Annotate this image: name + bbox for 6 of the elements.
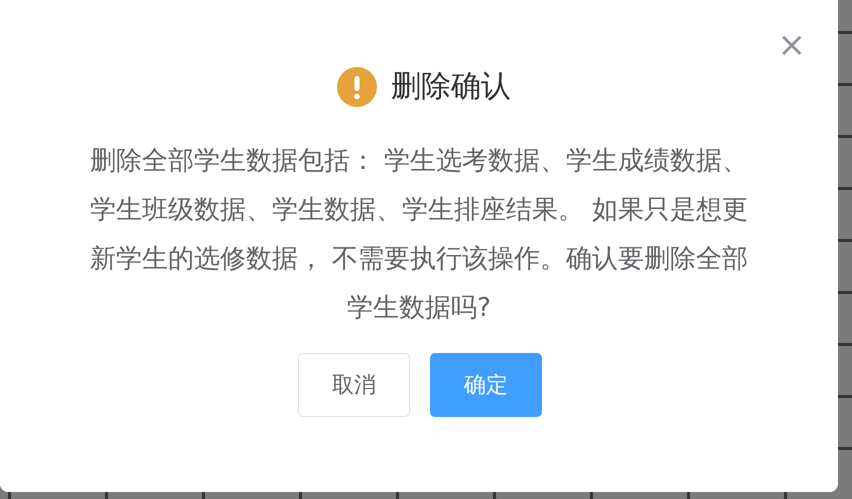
cancel-button[interactable]: 取消 (298, 353, 410, 417)
dialog-message: 删除全部学生数据包括： 学生选考数据、学生成绩数据、学生班级数据、学生数据、学生排座结果。 如果只是想更新学生的选修数据， 不需要执行该操作。确认要删除全部学生数据吗? (88, 145, 750, 325)
close-button[interactable]: × (778, 28, 806, 62)
confirm-button[interactable]: 确定 (430, 353, 542, 417)
dialog-title: 删除确认 (391, 68, 511, 106)
warning-icon (337, 66, 377, 106)
